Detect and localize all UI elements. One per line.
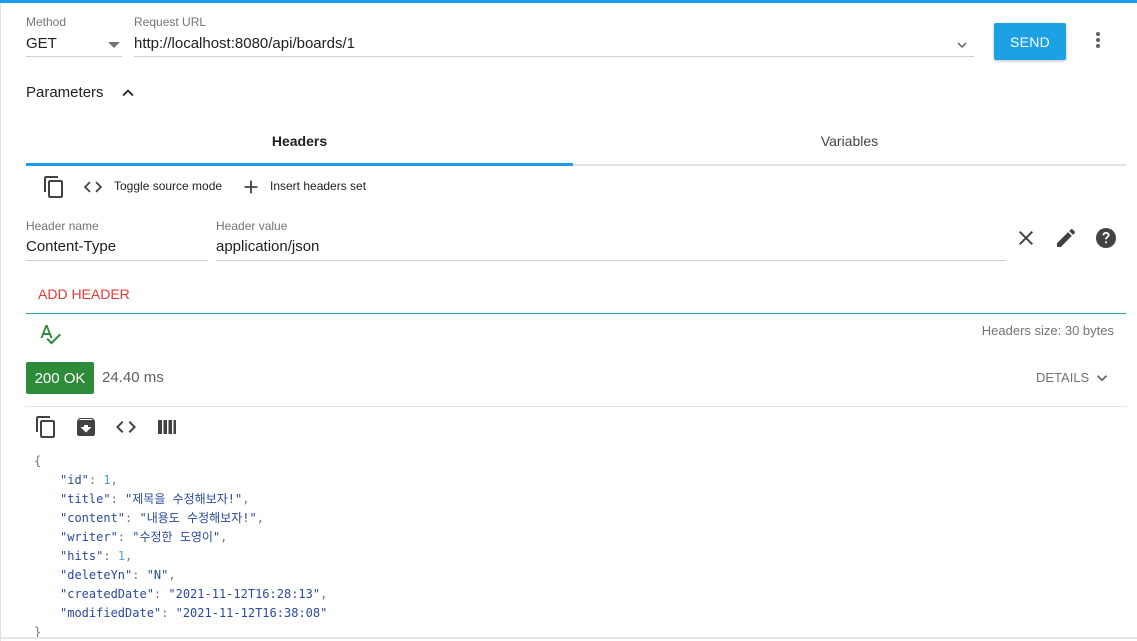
add-header-divider bbox=[26, 313, 1126, 314]
json-field-line: "hits": 1, bbox=[60, 549, 133, 563]
header-name-input[interactable]: Content-Type bbox=[26, 238, 208, 260]
insert-headers-label: Insert headers set bbox=[270, 179, 367, 193]
dropdown-arrow-icon bbox=[108, 42, 120, 48]
copy-icon[interactable] bbox=[34, 415, 58, 439]
parameters-label: Parameters bbox=[26, 84, 104, 101]
json-key: "title" bbox=[60, 492, 111, 506]
chevron-up-icon bbox=[122, 89, 134, 97]
toggle-source-mode-button[interactable]: Toggle source mode bbox=[82, 176, 227, 198]
response-time: 24.40 ms bbox=[102, 369, 164, 386]
spellcheck-icon[interactable] bbox=[38, 322, 62, 346]
json-field-line: "id": 1, bbox=[60, 473, 118, 487]
method-label: Method bbox=[26, 15, 67, 29]
more-vert-icon[interactable] bbox=[1086, 28, 1110, 52]
json-value: "제목을 수정해보자!" bbox=[125, 492, 243, 506]
json-key: "content" bbox=[60, 511, 126, 525]
json-key: "id" bbox=[60, 473, 89, 487]
copy-icon[interactable] bbox=[42, 175, 66, 199]
edit-icon[interactable] bbox=[1054, 226, 1078, 250]
json-key: "hits" bbox=[60, 549, 104, 563]
chevron-down-icon bbox=[1097, 375, 1107, 382]
left-border bbox=[0, 3, 1, 641]
method-underline bbox=[26, 56, 122, 57]
header-value-label: Header value bbox=[216, 219, 288, 233]
archive-icon[interactable] bbox=[74, 415, 98, 439]
url-underline bbox=[134, 56, 974, 57]
json-value: 1 bbox=[117, 549, 126, 563]
json-key: "createdDate" bbox=[60, 587, 154, 601]
json-field-line: "content": "내용도 수정해보자!", bbox=[60, 511, 264, 525]
json-key: "deleteYn" bbox=[60, 568, 133, 582]
json-field-line: "writer": "수정한 도영이", bbox=[60, 530, 228, 544]
json-field-line: "title": "제목을 수정해보자!", bbox=[60, 492, 250, 506]
help-icon[interactable] bbox=[1094, 226, 1118, 250]
insert-headers-set-button[interactable]: Insert headers set bbox=[240, 176, 375, 198]
columns-icon[interactable] bbox=[155, 415, 179, 439]
json-value: "2021-11-12T16:28:13" bbox=[168, 587, 321, 601]
header-value-input[interactable]: application/json bbox=[216, 238, 1006, 260]
header-name-underline bbox=[26, 260, 208, 261]
code-icon bbox=[83, 181, 103, 193]
json-response-body: { "id": 1, "title": "제목을 수정해보자!", "content… bbox=[34, 452, 1114, 641]
send-button[interactable]: SEND bbox=[994, 23, 1066, 60]
plus-icon bbox=[244, 180, 258, 194]
tab-headers[interactable]: Headers bbox=[26, 122, 573, 160]
toggle-source-label: Toggle source mode bbox=[114, 179, 223, 193]
json-value: 1 bbox=[103, 473, 111, 487]
details-label: DETAILS bbox=[1036, 370, 1090, 385]
url-value: http://localhost:8080/api/boards/1 bbox=[134, 35, 355, 52]
tab-active-indicator bbox=[26, 163, 573, 166]
code-icon[interactable] bbox=[114, 415, 138, 439]
method-value: GET bbox=[26, 35, 57, 52]
json-open-brace: { bbox=[34, 454, 42, 468]
tab-variables[interactable]: Variables bbox=[573, 122, 1126, 160]
url-input[interactable]: http://localhost:8080/api/boards/1 bbox=[134, 33, 974, 57]
json-value: "내용도 수정해보자!" bbox=[139, 511, 257, 525]
close-icon[interactable] bbox=[1014, 226, 1038, 250]
details-toggle[interactable]: DETAILS bbox=[1036, 368, 1116, 388]
json-value: "N" bbox=[146, 568, 169, 582]
json-field-line: "createdDate": "2021-11-12T16:28:13", bbox=[60, 587, 328, 601]
response-divider bbox=[26, 406, 1126, 407]
headers-size-text: Headers size: 30 bytes bbox=[981, 323, 1114, 338]
json-field-line: "deleteYn": "N", bbox=[60, 568, 176, 582]
top-accent-bar bbox=[0, 0, 1137, 3]
json-value: "2021-11-12T16:38:08" bbox=[175, 606, 328, 620]
method-select[interactable]: GET bbox=[26, 33, 122, 57]
url-label: Request URL bbox=[134, 15, 207, 29]
status-badge: 200 OK bbox=[26, 362, 94, 394]
json-key: "modifiedDate" bbox=[60, 606, 162, 620]
header-name-label: Header name bbox=[26, 219, 99, 233]
bottom-border bbox=[0, 637, 1137, 639]
json-field-line: "modifiedDate": "2021-11-12T16:38:08" bbox=[60, 606, 328, 620]
header-value-underline bbox=[216, 260, 1006, 261]
chevron-down-icon[interactable] bbox=[953, 36, 971, 54]
json-fields: "id": 1, "title": "제목을 수정해보자!", "content":… bbox=[34, 471, 1114, 623]
add-header-button[interactable]: ADD HEADER bbox=[38, 286, 130, 302]
json-key: "writer" bbox=[60, 530, 118, 544]
json-value: "수정한 도영이" bbox=[132, 530, 221, 544]
parameters-toggle[interactable]: Parameters bbox=[26, 82, 141, 104]
